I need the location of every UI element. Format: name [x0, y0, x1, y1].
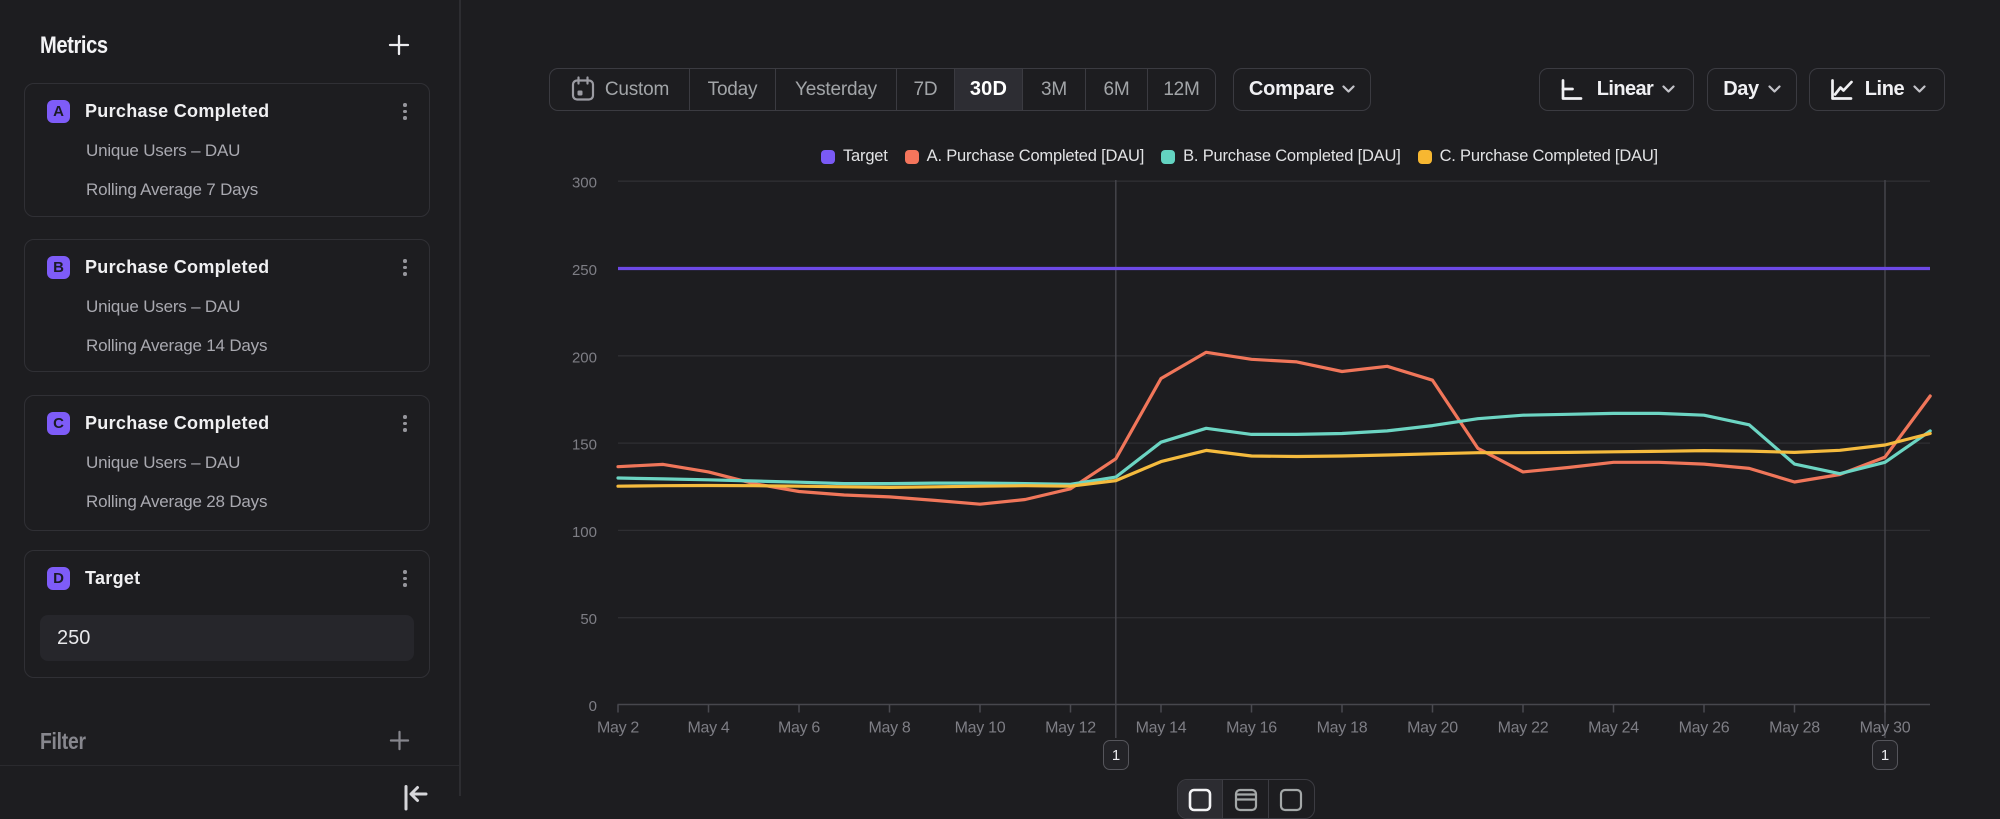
svg-text:May 20: May 20 [1407, 720, 1458, 737]
svg-text:250: 250 [572, 262, 597, 279]
svg-text:May 12: May 12 [1045, 720, 1096, 737]
svg-text:200: 200 [572, 349, 597, 366]
svg-text:150: 150 [572, 437, 597, 454]
svg-text:May 22: May 22 [1498, 720, 1549, 737]
svg-text:May 24: May 24 [1588, 720, 1639, 737]
svg-text:May 30: May 30 [1860, 720, 1911, 737]
svg-text:May 16: May 16 [1226, 720, 1277, 737]
svg-text:May 26: May 26 [1679, 720, 1730, 737]
svg-text:May 6: May 6 [778, 720, 820, 737]
svg-text:May 28: May 28 [1769, 720, 1820, 737]
svg-text:50: 50 [580, 611, 597, 628]
svg-text:May 8: May 8 [868, 720, 910, 737]
svg-text:May 14: May 14 [1136, 720, 1187, 737]
svg-text:May 18: May 18 [1317, 720, 1368, 737]
svg-text:May 2: May 2 [597, 720, 639, 737]
svg-text:300: 300 [572, 175, 597, 192]
svg-text:May 4: May 4 [687, 720, 729, 737]
svg-text:100: 100 [572, 524, 597, 541]
svg-text:May 10: May 10 [955, 720, 1006, 737]
svg-text:0: 0 [589, 698, 597, 715]
